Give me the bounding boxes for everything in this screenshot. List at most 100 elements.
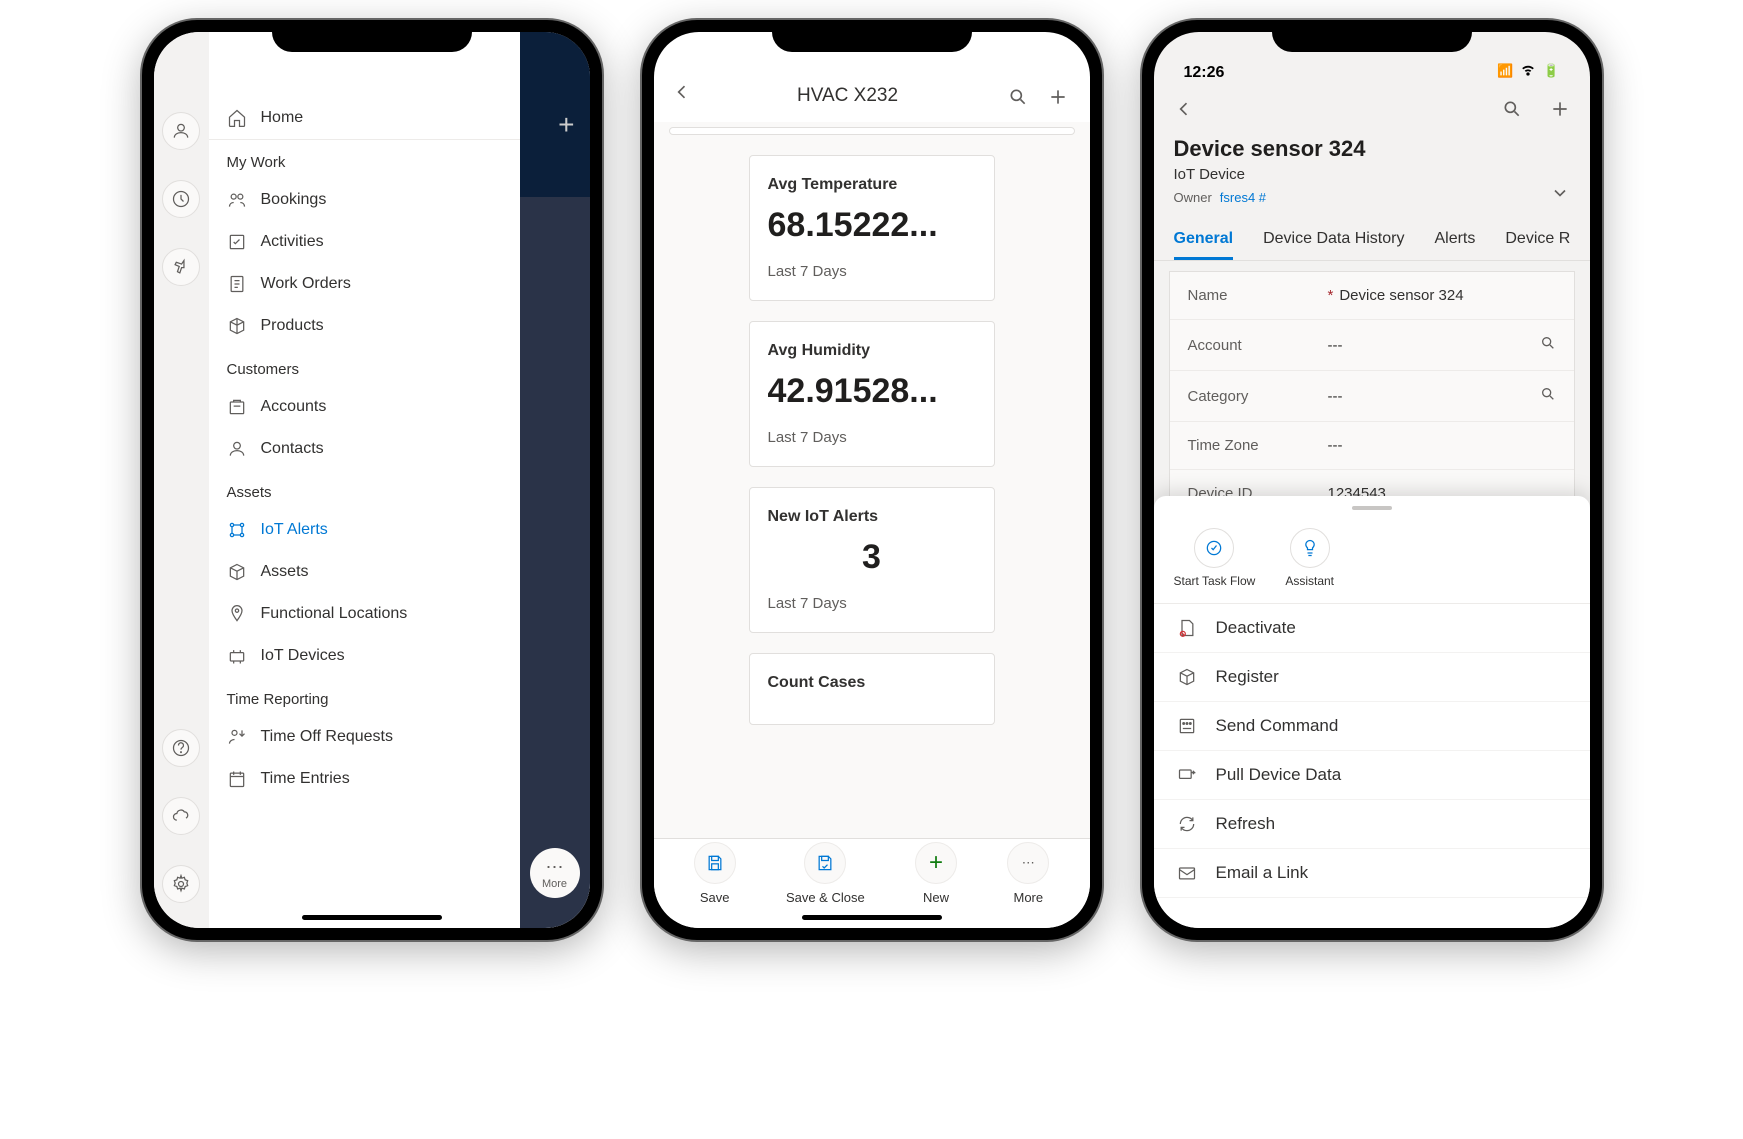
more-button[interactable]: ⋯ More	[530, 848, 580, 898]
metric-period: Last 7 Days	[768, 595, 976, 612]
back-icon[interactable]	[1174, 99, 1194, 124]
timeoff-icon	[227, 727, 247, 747]
page-title: HVAC X232	[704, 85, 992, 107]
nav-home-label: Home	[261, 109, 304, 127]
chevron-down-icon[interactable]	[1550, 183, 1570, 208]
metric-card-cases[interactable]: Count Cases	[749, 653, 995, 725]
assistant-icon	[1290, 528, 1330, 568]
metric-label: Count Cases	[768, 674, 976, 692]
metrics-body: Avg Temperature 68.15222... Last 7 Days …	[654, 122, 1090, 838]
iotalerts-icon	[227, 520, 247, 540]
action-register[interactable]: Register	[1154, 653, 1590, 702]
tab-device-r[interactable]: Device R	[1505, 218, 1570, 260]
device-title: Device sensor 324	[1174, 136, 1570, 162]
background-overlay[interactable]: + ⋯ More	[520, 32, 590, 928]
assets-icon	[227, 562, 247, 582]
add-icon[interactable]	[1550, 99, 1570, 124]
register-icon	[1176, 667, 1198, 687]
cloud-icon[interactable]	[162, 797, 200, 835]
tab-general[interactable]: General	[1174, 218, 1234, 260]
pin-icon[interactable]	[162, 248, 200, 286]
new-button[interactable]: + New	[915, 842, 957, 905]
save-button[interactable]: Save	[694, 842, 736, 905]
metric-value: 68.15222...	[768, 206, 976, 245]
assistant-button[interactable]: Assistant	[1285, 528, 1334, 588]
home-icon	[227, 108, 247, 128]
device-subtitle: IoT Device	[1174, 166, 1570, 183]
help-icon[interactable]	[162, 729, 200, 767]
accounts-icon	[227, 397, 247, 417]
metric-card-temp[interactable]: Avg Temperature 68.15222... Last 7 Days	[749, 155, 995, 301]
activities-icon	[227, 232, 247, 252]
phone-2: HVAC X232 Avg Temperature 68.15222... La…	[642, 20, 1102, 940]
owner-row: Owner fsres4 #	[1174, 190, 1267, 205]
tabs: General Device Data History Alerts Devic…	[1154, 218, 1590, 261]
status-icons: 📶 🔋	[1497, 59, 1559, 82]
products-icon	[227, 316, 247, 336]
lookup-icon[interactable]	[1540, 335, 1556, 355]
search-icon[interactable]	[1004, 87, 1032, 107]
field-timezone[interactable]: Time Zone ---	[1170, 422, 1574, 470]
settings-icon[interactable]	[162, 865, 200, 903]
search-icon[interactable]	[1502, 99, 1522, 124]
action-refresh[interactable]: Refresh	[1154, 800, 1590, 849]
save-icon	[694, 842, 736, 884]
field-name[interactable]: Name * Device sensor 324	[1170, 272, 1574, 320]
tab-history[interactable]: Device Data History	[1263, 218, 1404, 260]
deactivate-icon	[1176, 618, 1198, 638]
add-icon[interactable]	[1044, 87, 1072, 107]
contacts-icon	[227, 439, 247, 459]
recent-icon[interactable]	[162, 180, 200, 218]
metric-period: Last 7 Days	[768, 429, 976, 446]
battery-icon: 🔋	[1543, 63, 1559, 79]
taskflow-button[interactable]: Start Task Flow	[1174, 528, 1256, 588]
add-icon[interactable]: +	[558, 109, 574, 141]
taskflow-icon	[1194, 528, 1234, 568]
left-rail	[154, 32, 209, 928]
metric-label: Avg Temperature	[768, 176, 976, 194]
lookup-icon[interactable]	[1540, 386, 1556, 406]
new-icon: +	[915, 842, 957, 884]
phone-1: Home Apps → My Work Bookings Activities …	[142, 20, 602, 940]
more-button[interactable]: ⋯ More	[1007, 842, 1049, 905]
more-icon: ⋯	[1007, 842, 1049, 884]
action-deactivate[interactable]: Deactivate	[1154, 604, 1590, 653]
save-close-icon	[804, 842, 846, 884]
workorders-icon	[227, 274, 247, 294]
field-category[interactable]: Category ---	[1170, 371, 1574, 422]
back-icon[interactable]	[672, 82, 692, 107]
send-command-icon	[1176, 716, 1198, 736]
action-sheet: Start Task Flow Assistant Deactivate Reg…	[1154, 496, 1590, 928]
metric-label: Avg Humidity	[768, 342, 976, 360]
locations-icon	[227, 604, 247, 624]
tab-alerts[interactable]: Alerts	[1434, 218, 1475, 260]
metric-card-humidity[interactable]: Avg Humidity 42.91528... Last 7 Days	[749, 321, 995, 467]
metric-value: 3	[768, 538, 976, 577]
timeentries-icon	[227, 769, 247, 789]
profile-icon[interactable]	[162, 112, 200, 150]
action-email-link[interactable]: Email a Link	[1154, 849, 1590, 898]
action-send-command[interactable]: Send Command	[1154, 702, 1590, 751]
owner-link[interactable]: fsres4 #	[1220, 190, 1266, 205]
action-pull-data[interactable]: Pull Device Data	[1154, 751, 1590, 800]
refresh-icon	[1176, 814, 1198, 834]
field-account[interactable]: Account ---	[1170, 320, 1574, 371]
status-time: 12:26	[1184, 64, 1225, 82]
header	[1154, 87, 1590, 136]
metric-value: 42.91528...	[768, 372, 976, 411]
form: Name * Device sensor 324 Account --- Cat…	[1154, 261, 1590, 529]
title-section: Device sensor 324 IoT Device Owner fsres…	[1154, 136, 1590, 218]
signal-icon: 📶	[1497, 63, 1513, 79]
metric-card-alerts[interactable]: New IoT Alerts 3 Last 7 Days	[749, 487, 995, 633]
required-indicator: *	[1328, 287, 1334, 304]
iotdevices-icon	[227, 646, 247, 666]
email-icon	[1176, 863, 1198, 883]
wifi-icon	[1518, 59, 1538, 82]
phone-3: 12:26 📶 🔋 Device sensor 324 IoT Device O…	[1142, 20, 1602, 940]
bookings-icon	[227, 190, 247, 210]
metric-label: New IoT Alerts	[768, 508, 976, 526]
pull-data-icon	[1176, 765, 1198, 785]
save-close-button[interactable]: Save & Close	[786, 842, 865, 905]
metric-period: Last 7 Days	[768, 263, 976, 280]
sheet-handle[interactable]	[1352, 506, 1392, 510]
